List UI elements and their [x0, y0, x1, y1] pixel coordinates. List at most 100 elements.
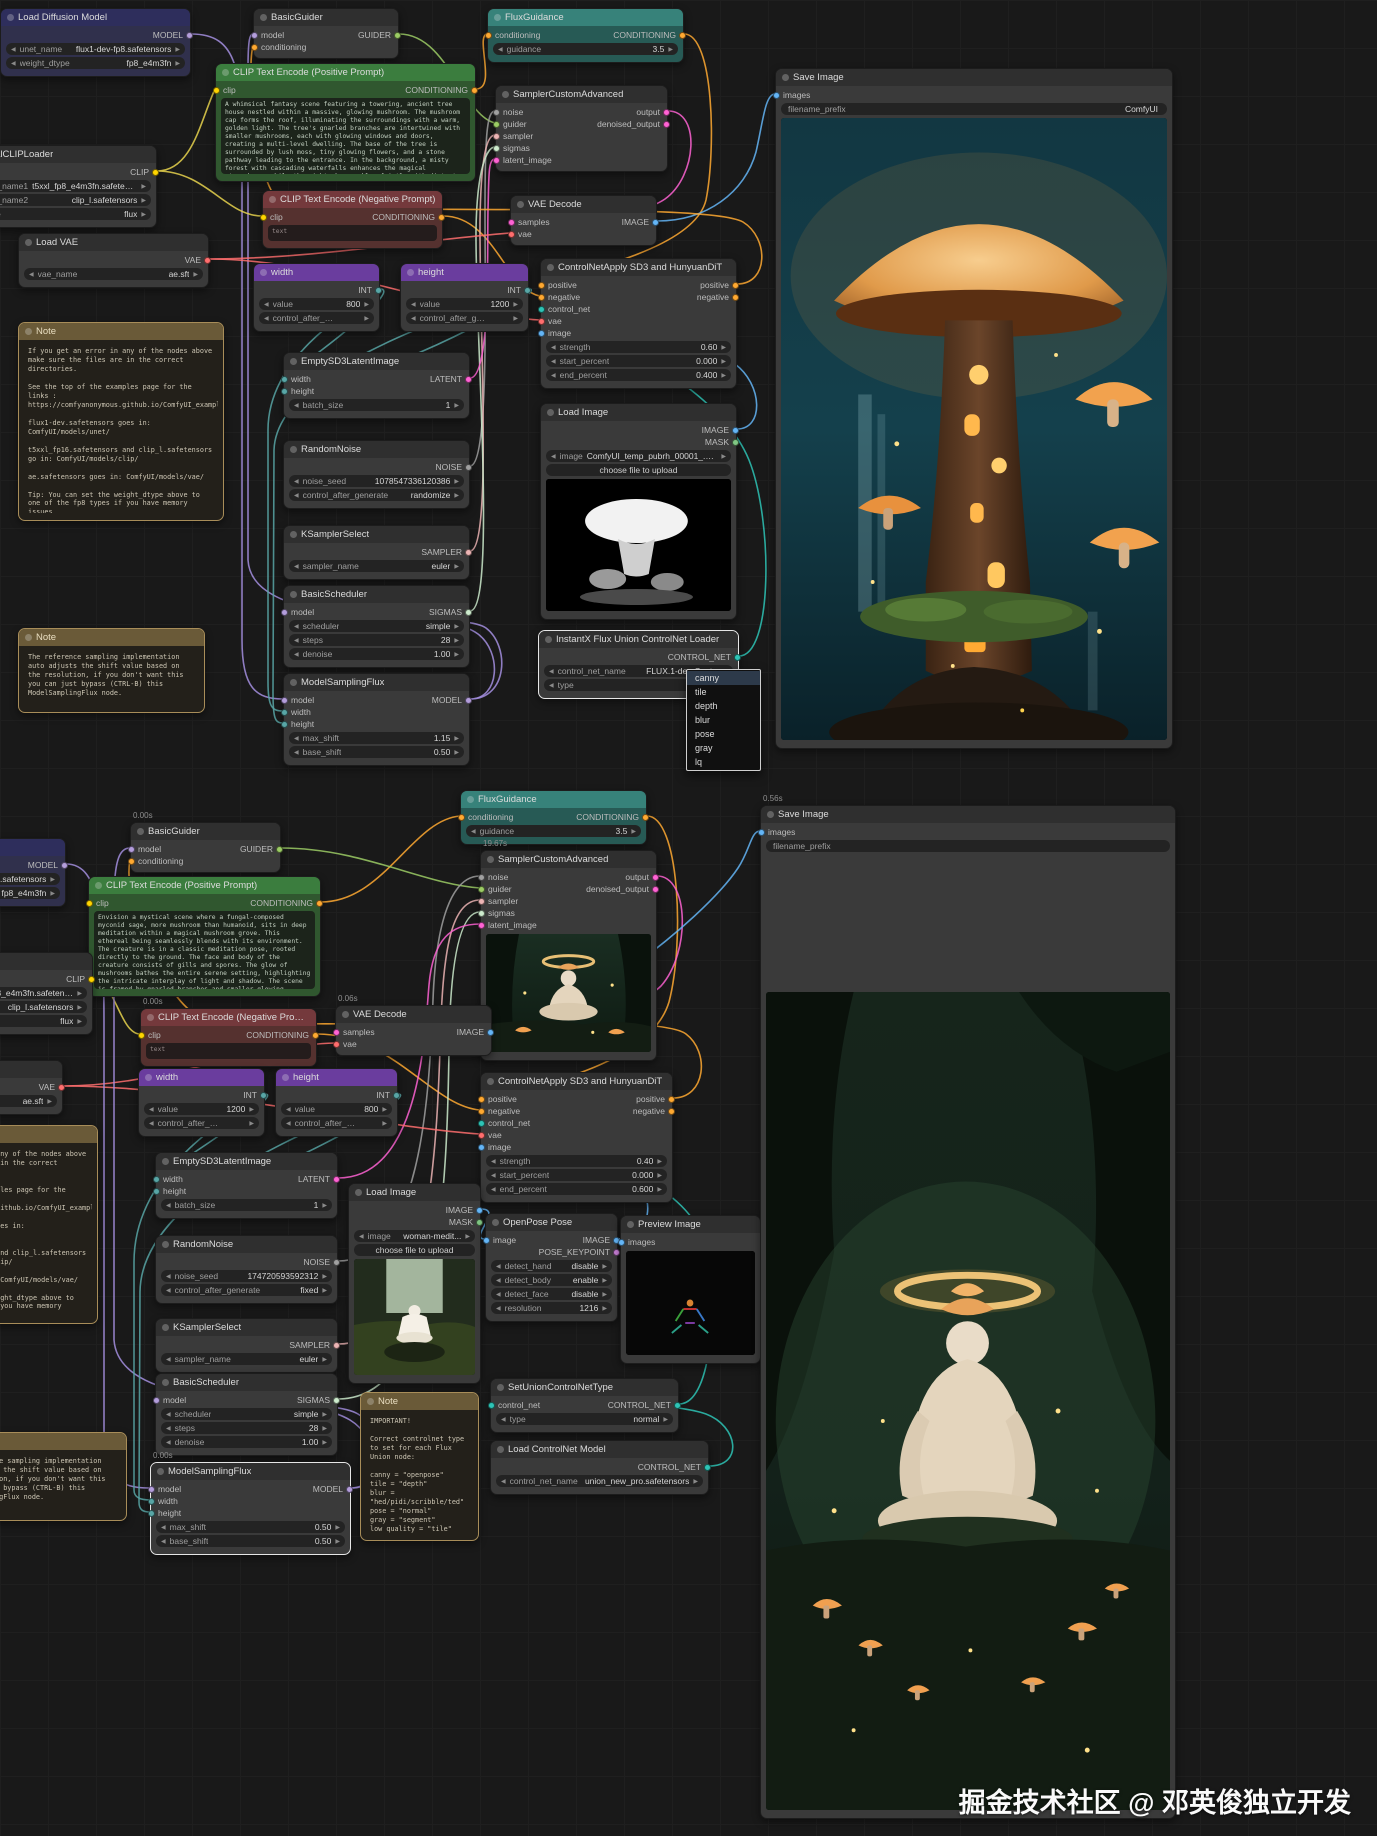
- widget-clip-name1[interactable]: ◀clip_name1t5xxl_fp8_e4m3fn.safetensors▶: [0, 987, 87, 999]
- port-dot-icon[interactable]: [642, 814, 649, 821]
- node-fluxguidance[interactable]: FluxGuidanceconditioningCONDITIONING◀gui…: [487, 8, 684, 63]
- increment-arrow-icon[interactable]: ▶: [631, 828, 636, 835]
- node-save-image[interactable]: Save Imageimagesfilename_prefixComfyUI: [775, 68, 1173, 749]
- input-port-image[interactable]: image: [486, 1234, 516, 1246]
- port-dot-icon[interactable]: [668, 1096, 675, 1103]
- decrement-arrow-icon[interactable]: ◀: [551, 453, 556, 460]
- widget-resolution[interactable]: ◀resolution1216▶: [491, 1302, 612, 1314]
- port-dot-icon[interactable]: [478, 1108, 485, 1115]
- widget-filename-prefix[interactable]: filename_prefixComfyUI: [781, 103, 1167, 115]
- port-dot-icon[interactable]: [732, 282, 739, 289]
- increment-arrow-icon[interactable]: ▶: [382, 1120, 387, 1127]
- increment-arrow-icon[interactable]: ▶: [175, 60, 180, 67]
- increment-arrow-icon[interactable]: ▶: [322, 1425, 327, 1432]
- input-port-sampler[interactable]: sampler: [481, 895, 537, 907]
- node-vae-decode[interactable]: VAE DecodesamplesvaeIMAGE: [510, 195, 657, 246]
- widget-control-after-generate[interactable]: ◀control_after_generatefixed▶: [161, 1284, 332, 1296]
- increment-arrow-icon[interactable]: ▶: [668, 46, 673, 53]
- port-dot-icon[interactable]: [485, 32, 492, 39]
- widget-clip-name2[interactable]: ◀clip_name2clip_l.safetensors▶: [0, 194, 151, 206]
- port-dot-icon[interactable]: [663, 121, 670, 128]
- decrement-arrow-icon[interactable]: ◀: [411, 301, 416, 308]
- collapse-toggle-icon[interactable]: [290, 591, 297, 598]
- output-port-model[interactable]: MODEL: [28, 859, 65, 871]
- collapse-toggle-icon[interactable]: [547, 409, 554, 416]
- increment-arrow-icon[interactable]: ▶: [454, 749, 459, 756]
- output-port-control-net[interactable]: CONTROL_NET: [608, 1399, 678, 1411]
- prompt-textarea[interactable]: text: [146, 1043, 311, 1059]
- widget-end-percent[interactable]: ◀end_percent0.600▶: [486, 1183, 667, 1195]
- output-port-image[interactable]: IMAGE: [622, 216, 656, 228]
- increment-arrow-icon[interactable]: ▶: [454, 563, 459, 570]
- output-port-clip[interactable]: CLIP: [130, 166, 156, 178]
- input-port-vae[interactable]: vae: [481, 1129, 530, 1141]
- port-dot-icon[interactable]: [458, 814, 465, 821]
- node-height[interactable]: heightINT◀value800▶◀control_after_genera…: [275, 1068, 398, 1137]
- output-port-conditioning[interactable]: CONDITIONING: [405, 84, 475, 96]
- widget-value[interactable]: ◀value800▶: [281, 1103, 392, 1115]
- port-dot-icon[interactable]: [478, 1144, 485, 1151]
- decrement-arrow-icon[interactable]: ◀: [161, 1538, 166, 1545]
- decrement-arrow-icon[interactable]: ◀: [551, 358, 556, 365]
- node-samplercustomadvanced[interactable]: 19.67sSamplerCustomAdvancednoiseguidersa…: [480, 850, 657, 1061]
- note-text[interactable]: If you get an error in any of the nodes …: [0, 1148, 92, 1316]
- node-load-image[interactable]: Load ImageIMAGEMASK◀imageComfyUI_temp_pu…: [540, 403, 737, 620]
- output-port-int[interactable]: INT: [376, 1089, 397, 1101]
- decrement-arrow-icon[interactable]: ◀: [29, 271, 34, 278]
- output-port-int[interactable]: INT: [243, 1089, 264, 1101]
- port-dot-icon[interactable]: [652, 886, 659, 893]
- output-port-positive[interactable]: positive: [633, 1093, 672, 1105]
- increment-arrow-icon[interactable]: ▶: [657, 1172, 662, 1179]
- decrement-arrow-icon[interactable]: ◀: [496, 1305, 501, 1312]
- input-port-clip[interactable]: clip: [141, 1029, 161, 1041]
- widget-type[interactable]: ◀typeflux▶: [0, 1015, 87, 1027]
- widget-steps[interactable]: ◀steps28▶: [161, 1422, 332, 1434]
- collapse-toggle-icon[interactable]: [782, 74, 789, 81]
- increment-arrow-icon[interactable]: ▶: [721, 453, 726, 460]
- widget-control-after-generate[interactable]: ◀control_after_generaterandomize▶: [289, 489, 464, 501]
- input-port-conditioning[interactable]: conditioning: [461, 811, 513, 823]
- decrement-arrow-icon[interactable]: ◀: [11, 60, 16, 67]
- node-dualcliploader[interactable]: DualCLIPLoaderCLIP◀clip_name1t5xxl_fp8_e…: [0, 145, 157, 228]
- collapse-toggle-icon[interactable]: [162, 1158, 169, 1165]
- node-clip-text-encode-positive-prompt[interactable]: CLIP Text Encode (Positive Prompt)clipCO…: [215, 63, 476, 182]
- node-setunioncontrolnettype[interactable]: SetUnionControlNetTypecontrol_netCONTROL…: [490, 1378, 679, 1433]
- collapse-toggle-icon[interactable]: [137, 828, 144, 835]
- input-port-positive[interactable]: positive: [481, 1093, 530, 1105]
- port-dot-icon[interactable]: [483, 1237, 490, 1244]
- node-basicguider[interactable]: 0.00sBasicGuidermodelconditioningGUIDER: [130, 822, 281, 873]
- port-dot-icon[interactable]: [281, 697, 288, 704]
- output-port-sigmas[interactable]: SIGMAS: [429, 606, 469, 618]
- decrement-arrow-icon[interactable]: ◀: [294, 478, 299, 485]
- increment-arrow-icon[interactable]: ▶: [249, 1106, 254, 1113]
- increment-arrow-icon[interactable]: ▶: [454, 651, 459, 658]
- port-dot-icon[interactable]: [465, 549, 472, 556]
- node-preview-image[interactable]: Preview Imageimages: [620, 1215, 761, 1364]
- port-dot-icon[interactable]: [758, 829, 765, 836]
- port-dot-icon[interactable]: [281, 609, 288, 616]
- decrement-arrow-icon[interactable]: ◀: [471, 828, 476, 835]
- port-dot-icon[interactable]: [538, 294, 545, 301]
- input-port-clip[interactable]: clip: [89, 897, 109, 909]
- input-port-control-net[interactable]: control_net: [481, 1117, 530, 1129]
- port-dot-icon[interactable]: [465, 697, 472, 704]
- dropdown-item-depth[interactable]: depth: [687, 699, 760, 713]
- widget-strength[interactable]: ◀strength0.40▶: [486, 1155, 667, 1167]
- port-dot-icon[interactable]: [375, 287, 382, 294]
- increment-arrow-icon[interactable]: ▶: [513, 315, 518, 322]
- increment-arrow-icon[interactable]: ▶: [249, 1120, 254, 1127]
- increment-arrow-icon[interactable]: ▶: [454, 623, 459, 630]
- node-width[interactable]: widthINT◀value800▶◀control_after_generat…: [253, 263, 380, 332]
- output-port-positive[interactable]: positive: [697, 279, 736, 291]
- port-dot-icon[interactable]: [668, 1108, 675, 1115]
- port-dot-icon[interactable]: [316, 900, 323, 907]
- input-port-model[interactable]: model: [151, 1483, 181, 1495]
- collapse-toggle-icon[interactable]: [497, 1446, 504, 1453]
- collapse-toggle-icon[interactable]: [487, 1078, 494, 1085]
- note-text[interactable]: IMPORTANT! Correct controlnet type to se…: [366, 1415, 473, 1533]
- port-dot-icon[interactable]: [652, 219, 659, 226]
- input-port-images[interactable]: images: [776, 89, 810, 101]
- port-dot-icon[interactable]: [61, 862, 68, 869]
- port-dot-icon[interactable]: [734, 654, 741, 661]
- widget-clip-name2[interactable]: ◀clip_name2clip_l.safetensors▶: [0, 1001, 87, 1013]
